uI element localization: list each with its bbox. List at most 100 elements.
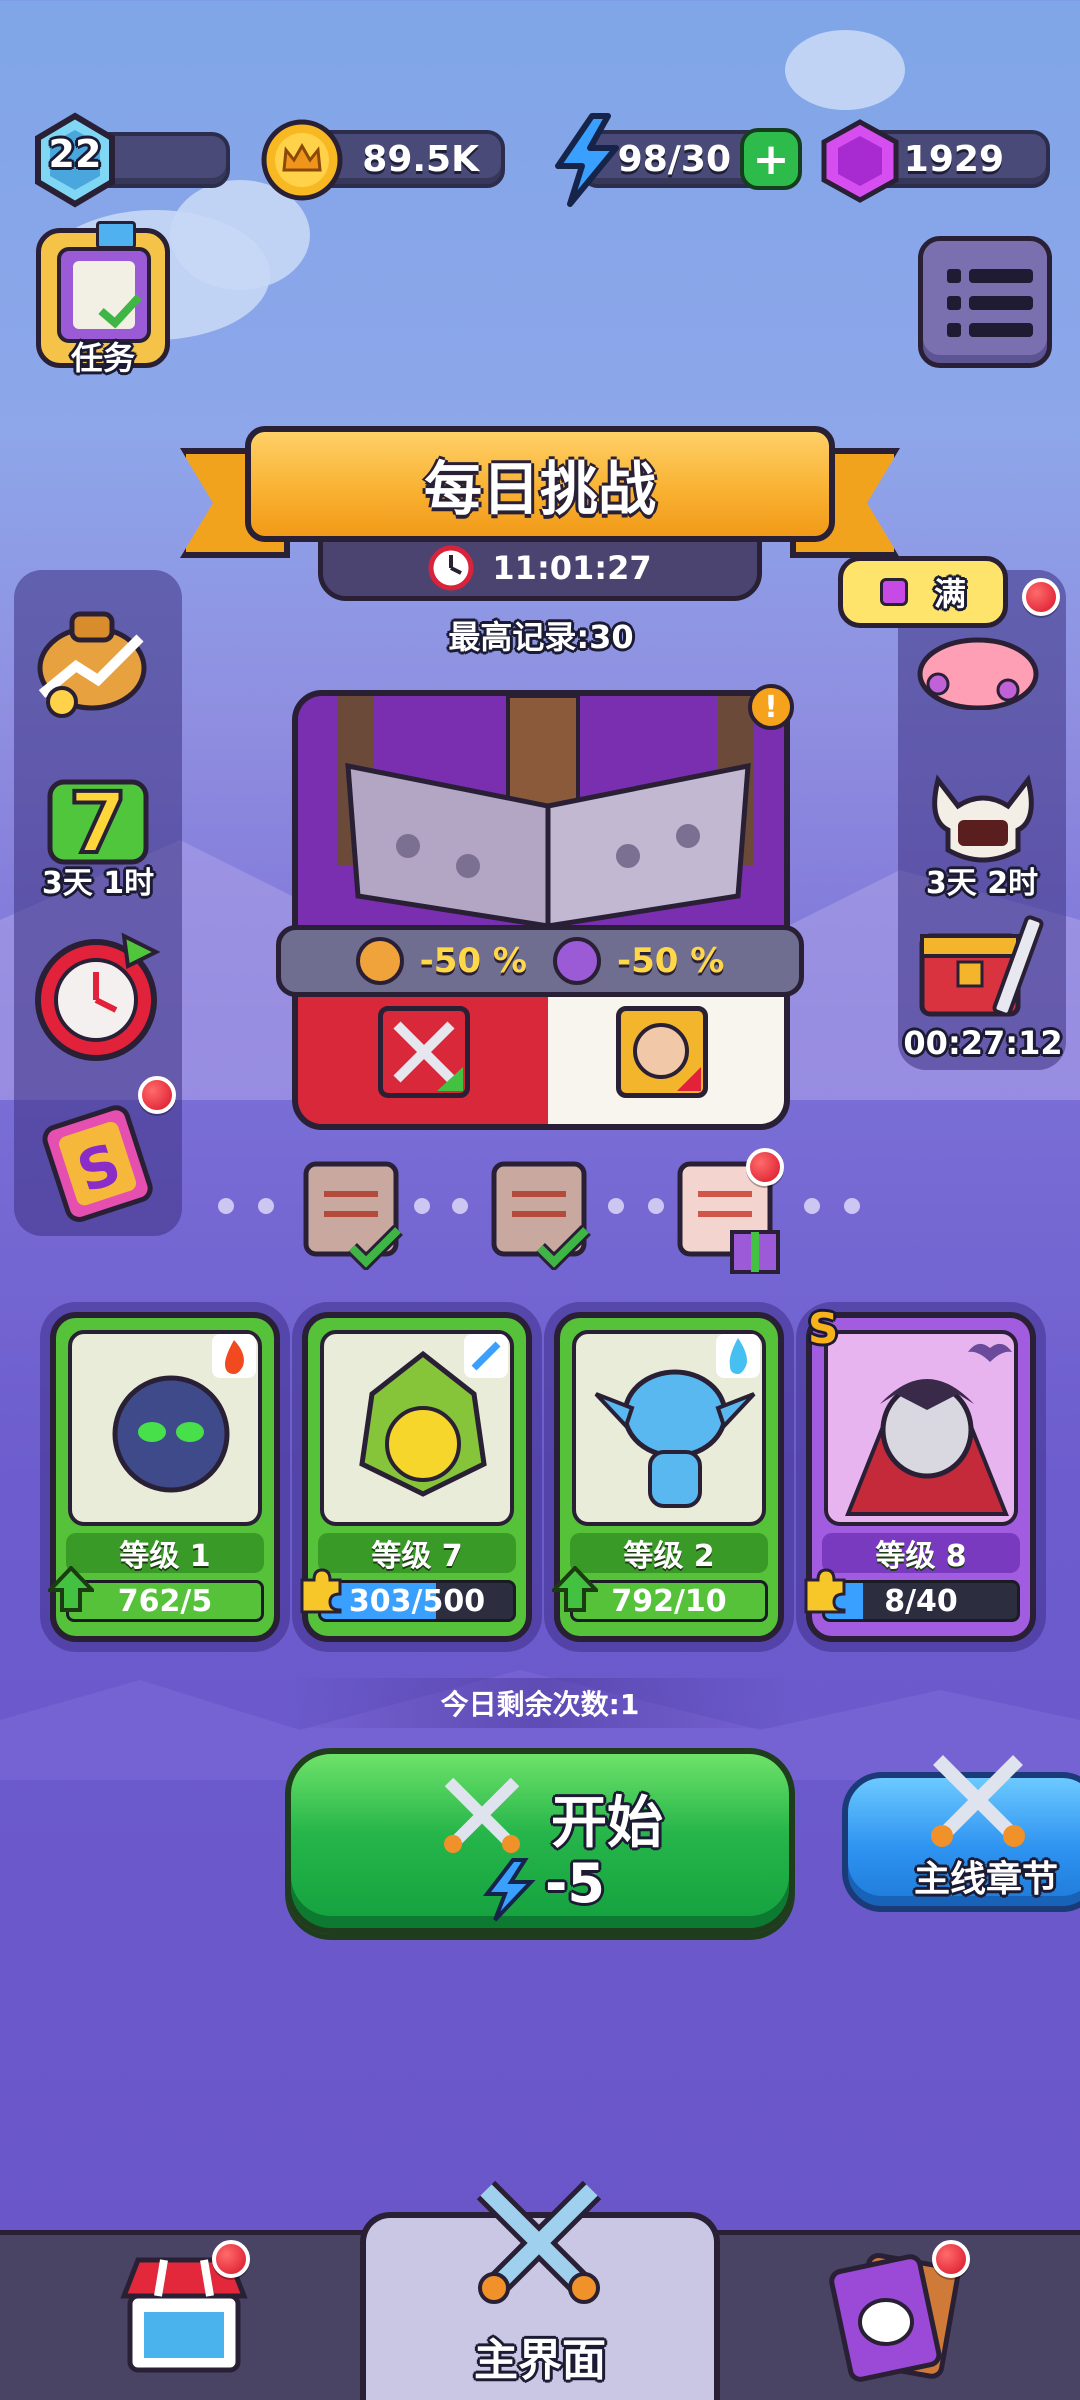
- challenge-countdown-bar: 11:01:27: [318, 535, 762, 601]
- page-dot: [844, 1198, 860, 1214]
- daily-challenge-banner: 每日挑战: [245, 426, 835, 542]
- hero-card-2[interactable]: 等级 7 303/500: [300, 1312, 532, 1642]
- challenge-card[interactable]: [292, 690, 790, 1130]
- stopwatch-icon: [35, 932, 161, 1061]
- left-event-timer: 3天 1时: [41, 866, 155, 901]
- chest-icon: [919, 915, 1044, 1017]
- chest-timer: 00:27:12: [903, 1024, 1063, 1062]
- page-dot: [608, 1198, 624, 1214]
- shield-coin-icon: [355, 937, 404, 985]
- crossed-swords-icon: [931, 1755, 1025, 1847]
- piggy-label: 满: [933, 575, 966, 613]
- page-dot: [804, 1198, 820, 1214]
- quests-button[interactable]: 任务: [36, 221, 170, 377]
- hero-progress-value: 303/500: [348, 1583, 486, 1619]
- crossed-swords-icon: [476, 2180, 602, 2304]
- scroll-icon: [491, 1161, 591, 1272]
- piggy-bank-button[interactable]: [908, 630, 1048, 711]
- start-cost: -5: [545, 1852, 605, 1915]
- quests-label: 任务: [70, 339, 135, 377]
- lightning-icon: [482, 1858, 536, 1922]
- purple-gem-icon: [818, 118, 902, 204]
- seven-icon: 7: [47, 772, 149, 874]
- main-chapter-button[interactable]: 主线章节: [842, 1755, 1080, 1912]
- gem-icon: [879, 578, 908, 606]
- sword-upgrade-icon: [378, 1006, 470, 1098]
- scroll-reward-1[interactable]: [300, 1160, 404, 1272]
- hero-level: 等级 8: [822, 1533, 1020, 1574]
- notification-dot: [746, 1148, 784, 1186]
- start-button[interactable]: 开始 -5: [285, 1748, 795, 1934]
- demon-head-icon: [932, 774, 1034, 863]
- growth-fund-button[interactable]: [32, 598, 162, 722]
- upgrade-arrow-icon: [45, 1565, 97, 1612]
- list-icon: [947, 269, 1033, 337]
- level-badge[interactable]: 22: [30, 112, 120, 208]
- notification-dot: [1022, 578, 1060, 616]
- hero-progress-value: 8/40: [884, 1583, 958, 1619]
- money-bag-icon: [37, 611, 147, 718]
- hero-progress: 8/40: [822, 1580, 1020, 1622]
- page-dot: [648, 1198, 664, 1214]
- hero-card-4[interactable]: S 等级 8 8/40: [804, 1304, 1036, 1642]
- notification-dot: [932, 2240, 970, 2278]
- hero-card-1[interactable]: 等级 1 762/5: [45, 1312, 280, 1642]
- notification-dot: [212, 2240, 250, 2278]
- puzzle-piece-icon: [802, 1568, 848, 1614]
- hero-level: 等级 2: [570, 1533, 768, 1574]
- fire-element-icon: [212, 1334, 256, 1378]
- hero-progress: 303/500: [318, 1580, 516, 1622]
- remaining-attempts: 今日剩余次数:1: [280, 1678, 800, 1728]
- hero-level: 等级 7: [318, 1533, 516, 1574]
- level-number: 22: [48, 132, 102, 176]
- gem-value: 1929: [903, 138, 1004, 180]
- demon-event-button[interactable]: [918, 760, 1048, 870]
- energy-value: 98/30: [617, 138, 731, 180]
- bonus-1: -50 %: [419, 941, 527, 981]
- lightning-icon: [548, 112, 626, 208]
- best-record: 最高记录:30: [448, 618, 634, 656]
- add-energy-button[interactable]: +: [740, 128, 802, 190]
- treasure-chest-button[interactable]: [914, 906, 1054, 1032]
- menu-button[interactable]: [918, 236, 1052, 368]
- sword-coin-icon: [553, 937, 601, 985]
- lucky-seven-button[interactable]: 7: [38, 762, 168, 874]
- sword-element-icon: [464, 1334, 508, 1378]
- cloud: [785, 30, 905, 110]
- crown-icon: [96, 221, 136, 249]
- page-dot: [452, 1198, 468, 1214]
- water-element-icon: [716, 1334, 760, 1378]
- hero-progress: 792/10: [570, 1580, 768, 1622]
- hero-progress: 762/5: [66, 1580, 264, 1622]
- scroll-reward-2[interactable]: [488, 1160, 592, 1272]
- hero-level: 等级 1: [66, 1533, 264, 1574]
- gold-value: 89.5K: [362, 138, 479, 180]
- bat-element-icon: [966, 1332, 1014, 1372]
- notification-dot: [138, 1076, 176, 1114]
- stage-illustration: [298, 696, 784, 956]
- crossed-swords-icon: [444, 1777, 520, 1853]
- speed-event-button[interactable]: [32, 930, 164, 1062]
- hero-progress-value: 792/10: [611, 1583, 727, 1619]
- season-pass-button[interactable]: S: [36, 1102, 166, 1222]
- hero-progress-value: 762/5: [117, 1583, 213, 1619]
- rank-badge: S: [808, 1304, 839, 1353]
- clipboard-icon: [57, 247, 151, 343]
- s-card-icon: S: [42, 1105, 153, 1222]
- home-label: 主界面: [474, 2335, 606, 2386]
- page-dot: [414, 1198, 430, 1214]
- alert-icon[interactable]: !: [748, 684, 794, 730]
- pig-icon: [917, 637, 1039, 711]
- remaining-text: 今日剩余次数:1: [440, 1688, 640, 1721]
- challenge-title: 每日挑战: [423, 455, 656, 523]
- upgrade-arrow-icon: [549, 1565, 601, 1612]
- clock-icon: [428, 545, 474, 591]
- scroll-icon: [303, 1161, 403, 1272]
- enemy-buff-icon: [616, 1006, 708, 1098]
- piggy-full-tag: 满: [838, 556, 1008, 628]
- challenge-countdown: 11:01:27: [492, 549, 652, 587]
- plus-icon: +: [752, 133, 790, 185]
- page-dot: [258, 1198, 274, 1214]
- start-label: 开始: [551, 1791, 663, 1856]
- hero-card-3[interactable]: 等级 2 792/10: [549, 1312, 784, 1642]
